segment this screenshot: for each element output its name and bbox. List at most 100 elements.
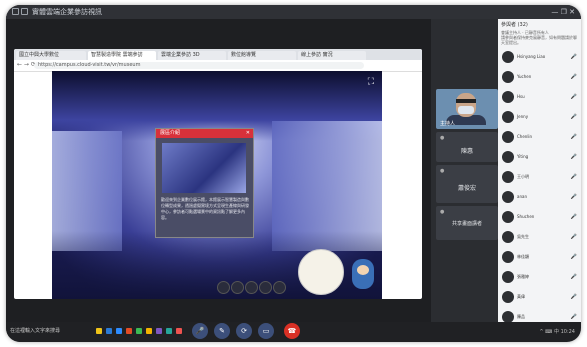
mic-icon: ● — [440, 168, 445, 174]
browser-tab-5[interactable]: 線上參訪 實況 — [298, 51, 366, 60]
pen-icon: ✎ — [219, 327, 225, 335]
toolbar-button-2[interactable] — [231, 281, 244, 294]
mic-icon: 🎤 — [570, 54, 577, 60]
avatar — [502, 91, 514, 103]
participant-name: anan — [517, 194, 527, 199]
speaker-name: 陳惠 — [460, 148, 473, 155]
participant-row[interactable]: Jenny 🎤 — [498, 109, 581, 126]
toolbar-button-3[interactable] — [245, 281, 258, 294]
folder-icon[interactable] — [96, 328, 102, 334]
app-icon-4[interactable] — [126, 328, 132, 334]
more-button[interactable]: ▭ — [258, 323, 274, 339]
url-field[interactable]: https://campus.cloud-visit.tw/vr/museum — [34, 62, 364, 69]
browser-tab-4[interactable]: 數位館導覽 — [228, 51, 296, 60]
participant-row[interactable]: Yuchen 🎤 — [498, 69, 581, 86]
fullscreen-icon[interactable]: ⛶ — [368, 77, 374, 87]
toolbar-button-4[interactable] — [259, 281, 272, 294]
speaker-tile-3[interactable]: ● 蕭俊宏 — [436, 165, 498, 203]
participant-name: 黃偉 — [517, 294, 525, 299]
mute-button[interactable]: 🎤 — [192, 323, 208, 339]
mic-icon: 🎤 — [570, 74, 577, 80]
popup-header: 展區介紹 ✕ — [156, 129, 253, 138]
participant-row[interactable]: 王小明 🎤 — [498, 169, 581, 186]
close-icon[interactable]: ✕ — [246, 129, 250, 138]
participant-name: Hsinyang Liao — [517, 54, 546, 59]
avatar — [502, 131, 514, 143]
speaker-tile-4[interactable]: ● 共享畫面講者 — [436, 206, 498, 240]
window-title: 實體雲端企業參訪視訊 — [32, 8, 102, 16]
participant-name: 張雅婷 — [517, 274, 529, 279]
viewer-toolbar — [217, 281, 337, 295]
participant-name: Yuchen — [517, 74, 532, 79]
participant-row[interactable]: 張雅婷 🎤 — [498, 269, 581, 286]
participant-name: Yiting — [517, 154, 529, 159]
window-controls[interactable]: — ❐ ✕ — [551, 5, 575, 19]
participant-name: 陳品 — [517, 314, 525, 319]
edge-icon[interactable] — [106, 328, 112, 334]
speaker-tile-2[interactable]: ● 陳惠 — [436, 132, 498, 162]
menu-icon[interactable] — [21, 8, 28, 15]
mic-icon: 🎤 — [570, 194, 577, 200]
mic-icon: 🎤 — [570, 154, 577, 160]
participant-row[interactable]: 林佳穎 🎤 — [498, 249, 581, 266]
avatar — [502, 251, 514, 263]
participant-row[interactable]: Yiting 🎤 — [498, 149, 581, 166]
browser-tab-2[interactable]: 智慧製造學院 雲端參訪 — [88, 51, 156, 60]
toolbar-button-1[interactable] — [217, 281, 230, 294]
participant-row[interactable]: anan 🎤 — [498, 189, 581, 206]
speaker-glasses — [456, 99, 476, 103]
end-call-button[interactable]: ☎ — [284, 323, 300, 339]
mic-icon: 🎤 — [570, 274, 577, 280]
browser-tab-1[interactable]: 國立中興大學數位 — [16, 51, 86, 60]
participant-name: Hsu — [517, 94, 525, 99]
app-icon-5[interactable] — [136, 328, 142, 334]
vr-tour-viewer[interactable]: ⛶ 展區介紹 ✕ 歡迎來到企業數位展示館，本館展示智慧製造與數位轉型成果，透過虛… — [52, 71, 382, 299]
mic-icon: 🎤 — [570, 314, 577, 320]
title-bar: 實體雲端企業參訪視訊 — ❐ ✕ — [6, 5, 581, 19]
participant-row[interactable]: Chenlin 🎤 — [498, 129, 581, 146]
shared-browser-window: 國立中興大學數位 智慧製造學院 雲端參訪 雲端企業參訪 3D 數位館導覽 線上參… — [14, 49, 422, 299]
popup-text: 歡迎來到企業數位展示館，本館展示智慧製造與數位轉型成果，透過虛擬實境方式呈現生產… — [161, 197, 249, 220]
participant-name: Shuchen — [517, 214, 535, 219]
popup-image — [162, 143, 246, 193]
avatar — [502, 171, 514, 183]
app-icon-9[interactable] — [176, 328, 182, 334]
participant-row[interactable]: Hsu 🎤 — [498, 89, 581, 106]
participant-row[interactable]: Hsinyang Liao 🎤 — [498, 49, 581, 66]
info-popup: 展區介紹 ✕ 歡迎來到企業數位展示館，本館展示智慧製造與數位轉型成果，透過虛擬實… — [155, 128, 254, 238]
speaker-name: 蕭俊宏 — [457, 185, 476, 192]
app-icon — [12, 8, 19, 15]
mascot-icon[interactable] — [352, 259, 374, 289]
browser-tab-3[interactable]: 雲端企業參訪 3D — [158, 51, 226, 60]
mic-icon: 🎤 — [570, 94, 577, 100]
share-button[interactable]: ⟳ — [236, 323, 252, 339]
share-icon: ⟳ — [241, 327, 247, 335]
taskbar-search[interactable]: 在這裡輸入文字來搜尋 — [10, 327, 60, 334]
avatar — [502, 231, 514, 243]
mic-icon: 🎤 — [195, 327, 205, 335]
avatar — [502, 71, 514, 83]
speaker-label: 主持人 — [440, 121, 456, 127]
mic-icon: 🎤 — [570, 174, 577, 180]
app-window: 實體雲端企業參訪視訊 — ❐ ✕ 國立中興大學數位 智慧製造學院 雲端參訪 雲端… — [6, 5, 581, 342]
participant-row[interactable]: 黃偉 🎤 — [498, 289, 581, 306]
app-icon-8[interactable] — [166, 328, 172, 334]
participant-name: 吳先生 — [517, 234, 529, 239]
speaker-video-tile[interactable]: 主持人 — [436, 89, 498, 129]
participant-row[interactable]: 吳先生 🎤 — [498, 229, 581, 246]
app-icon-6[interactable] — [146, 328, 152, 334]
panel-note: 請參與者保持麥克風靜音，如有問題請於聊天室提出。 — [501, 35, 577, 45]
avatar — [502, 211, 514, 223]
avatar — [502, 51, 514, 63]
toolbar-button-5[interactable] — [273, 281, 286, 294]
zoom-icon[interactable] — [116, 328, 122, 334]
participant-name: 王小明 — [517, 174, 529, 179]
participant-name: Jenny — [517, 114, 529, 119]
participant-row[interactable]: Shuchen 🎤 — [498, 209, 581, 226]
taskbar: 在這裡輸入文字來搜尋 🎤 ✎ ⟳ ▭ ☎ ^ ⌨ 中 10:24 — [6, 322, 581, 342]
app-icon-7[interactable] — [156, 328, 162, 334]
annotate-button[interactable]: ✎ — [214, 323, 230, 339]
mic-icon: 🎤 — [570, 294, 577, 300]
phone-icon: ☎ — [287, 327, 297, 335]
system-tray[interactable]: ^ ⌨ 中 10:24 — [539, 328, 575, 335]
